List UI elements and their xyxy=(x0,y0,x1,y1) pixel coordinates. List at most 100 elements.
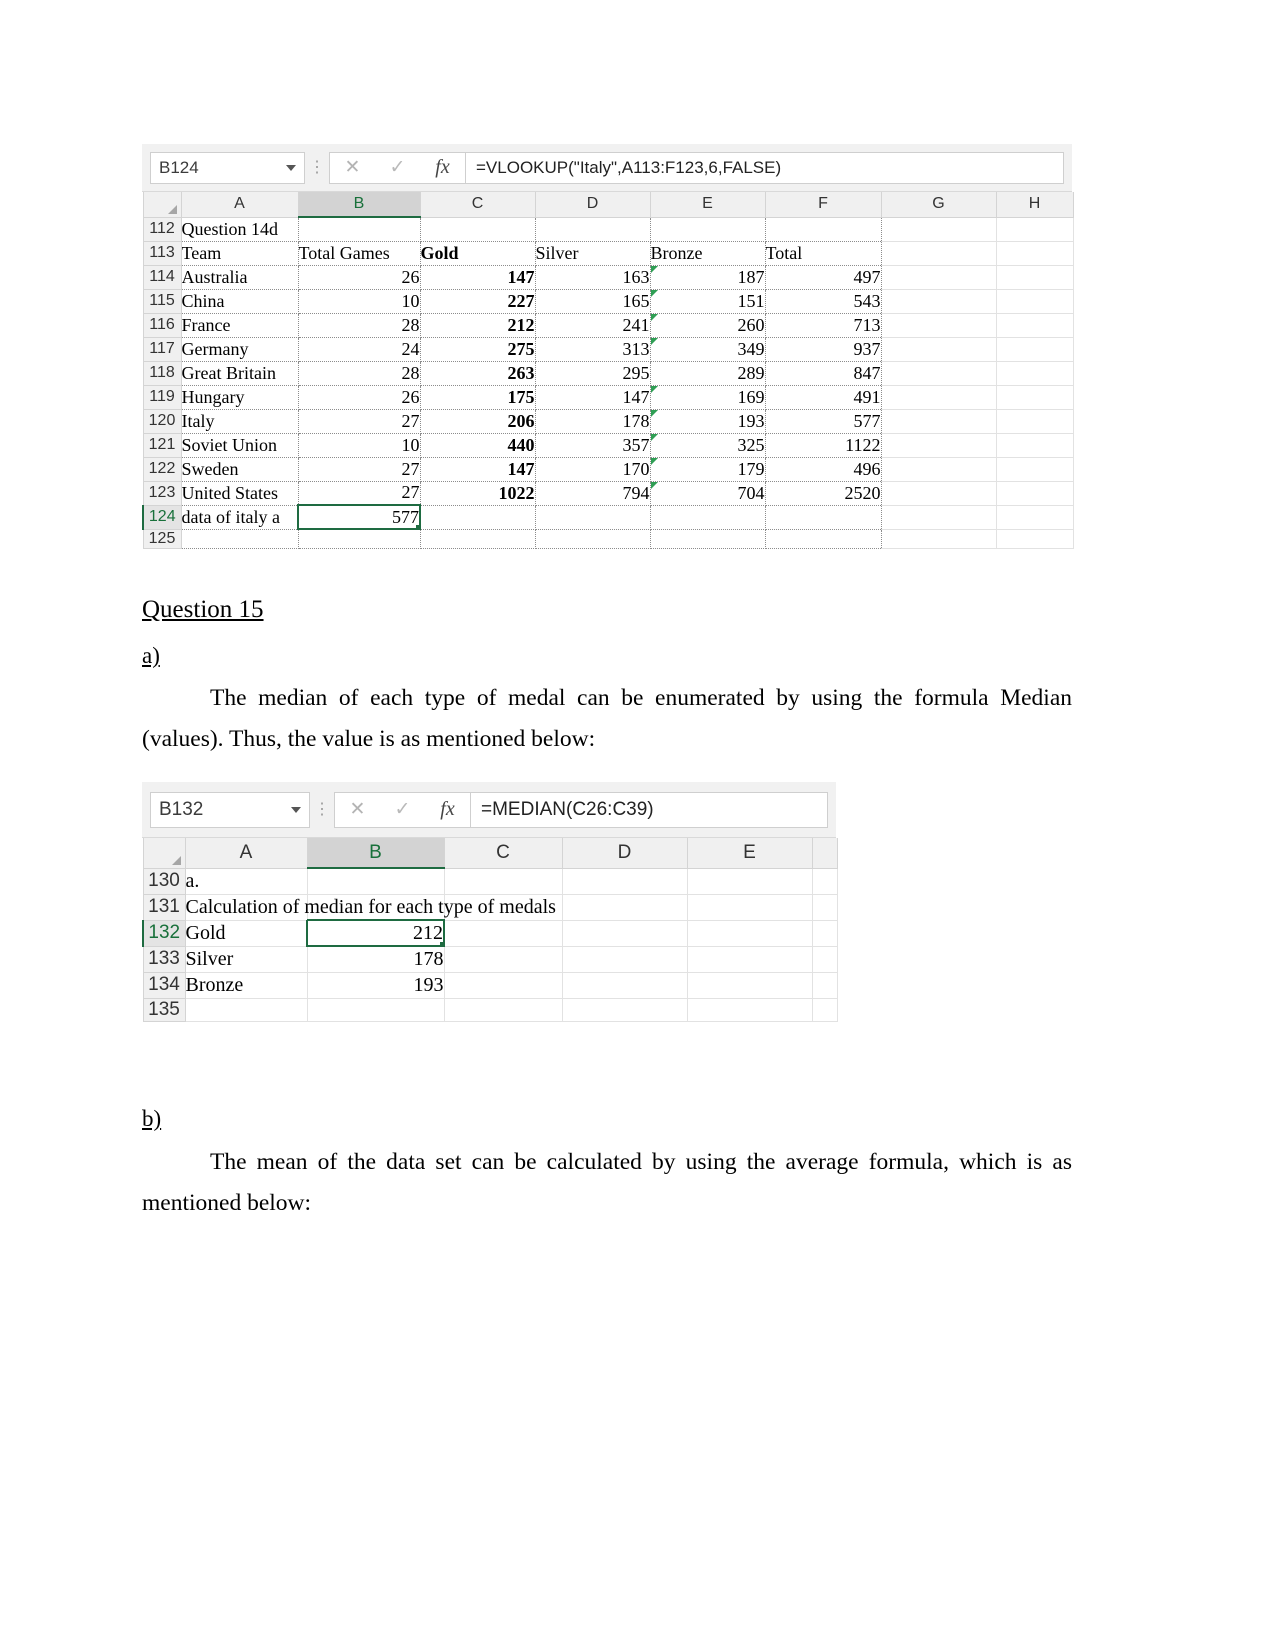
row-header-120[interactable]: 120 xyxy=(142,408,182,434)
row-header-115[interactable]: 115 xyxy=(142,288,182,314)
cell-c118[interactable]: 263 xyxy=(420,361,536,386)
cell-overflow-131[interactable] xyxy=(812,894,838,921)
row-header-112[interactable]: 112 xyxy=(142,216,182,242)
cell-d112[interactable] xyxy=(535,217,651,242)
insert-function-icon[interactable]: fx xyxy=(425,793,470,827)
cell-e124[interactable] xyxy=(650,505,766,530)
cell-a130[interactable]: a. xyxy=(185,868,308,895)
cell-b132-selected[interactable]: 212 xyxy=(306,919,445,947)
cell-e112[interactable] xyxy=(650,217,766,242)
cell-a117[interactable]: Germany xyxy=(181,337,299,362)
cell-a114[interactable]: Australia xyxy=(181,265,299,290)
cell-b116[interactable]: 28 xyxy=(298,313,421,338)
cell-b123[interactable]: 27 xyxy=(298,481,421,506)
cancel-icon[interactable]: ✕ xyxy=(335,793,380,827)
cell-e115[interactable]: 151 xyxy=(650,289,766,314)
cell-b121[interactable]: 10 xyxy=(298,433,421,458)
cell-g115[interactable] xyxy=(881,289,997,314)
cell-f113[interactable]: Total xyxy=(765,241,882,266)
more-options-icon[interactable]: ⋮ xyxy=(310,801,334,818)
row-header-122[interactable]: 122 xyxy=(142,456,182,482)
cell-g113[interactable] xyxy=(881,241,997,266)
cell-d130[interactable] xyxy=(562,868,688,895)
cell-g124[interactable] xyxy=(881,505,997,530)
cell-a123[interactable]: United States xyxy=(181,481,299,506)
cell-c124[interactable] xyxy=(420,505,536,530)
cell-e119[interactable]: 169 xyxy=(650,385,766,410)
cell-c121[interactable]: 440 xyxy=(420,433,536,458)
cell-b112[interactable] xyxy=(298,217,421,242)
select-all-corner[interactable] xyxy=(142,192,182,218)
cell-h118[interactable] xyxy=(996,361,1074,386)
cell-g112[interactable] xyxy=(881,217,997,242)
cell-b125[interactable] xyxy=(298,529,421,549)
cell-h116[interactable] xyxy=(996,313,1074,338)
chevron-down-icon[interactable] xyxy=(286,164,296,171)
cell-overflow-135[interactable] xyxy=(812,998,838,1022)
cell-e116[interactable]: 260 xyxy=(650,313,766,338)
column-header-d[interactable]: D xyxy=(561,838,688,869)
cell-d116[interactable]: 241 xyxy=(535,313,651,338)
cell-h120[interactable] xyxy=(996,409,1074,434)
cell-e131[interactable] xyxy=(687,894,813,921)
column-header-a[interactable]: A xyxy=(184,838,308,869)
cell-d120[interactable]: 178 xyxy=(535,409,651,434)
cell-h122[interactable] xyxy=(996,457,1074,482)
row-header-118[interactable]: 118 xyxy=(142,360,182,386)
cell-f118[interactable]: 847 xyxy=(765,361,882,386)
cell-c117[interactable]: 275 xyxy=(420,337,536,362)
cell-g125[interactable] xyxy=(881,529,997,549)
more-options-icon[interactable]: ⋮ xyxy=(305,159,329,176)
cell-a116[interactable]: France xyxy=(181,313,299,338)
cell-c135[interactable] xyxy=(444,998,563,1022)
cell-e123[interactable]: 704 xyxy=(650,481,766,506)
cell-d113[interactable]: Silver xyxy=(535,241,651,266)
cell-f112[interactable] xyxy=(765,217,882,242)
column-header-h[interactable]: H xyxy=(995,192,1074,218)
cell-g120[interactable] xyxy=(881,409,997,434)
cell-b134[interactable]: 193 xyxy=(307,972,445,999)
cell-c130[interactable] xyxy=(444,868,563,895)
cell-h113[interactable] xyxy=(996,241,1074,266)
cell-d123[interactable]: 794 xyxy=(535,481,651,506)
cell-a125[interactable] xyxy=(181,529,299,549)
row-header-135[interactable]: 135 xyxy=(142,997,186,1022)
cell-h121[interactable] xyxy=(996,433,1074,458)
cell-e125[interactable] xyxy=(650,529,766,549)
cell-c112[interactable] xyxy=(420,217,536,242)
cell-b122[interactable]: 27 xyxy=(298,457,421,482)
column-header-c[interactable]: C xyxy=(443,838,563,869)
cell-c116[interactable]: 212 xyxy=(420,313,536,338)
cell-h117[interactable] xyxy=(996,337,1074,362)
cell-e120[interactable]: 193 xyxy=(650,409,766,434)
cell-d115[interactable]: 165 xyxy=(535,289,651,314)
cell-b133[interactable]: 178 xyxy=(307,946,445,973)
cell-c115[interactable]: 227 xyxy=(420,289,536,314)
column-header-overflow[interactable] xyxy=(811,838,838,869)
column-header-c[interactable]: C xyxy=(419,192,536,218)
row-header-131[interactable]: 131 xyxy=(142,893,186,921)
row-header-132[interactable]: 132 xyxy=(142,919,186,947)
cell-d121[interactable]: 357 xyxy=(535,433,651,458)
cell-h112[interactable] xyxy=(996,217,1074,242)
name-box-1[interactable]: B124 xyxy=(150,151,305,184)
cell-b130[interactable] xyxy=(307,868,445,895)
row-header-130[interactable]: 130 xyxy=(142,867,186,895)
row-header-124[interactable]: 124 xyxy=(142,504,182,530)
row-header-117[interactable]: 117 xyxy=(142,336,182,362)
cell-a120[interactable]: Italy xyxy=(181,409,299,434)
cell-d117[interactable]: 313 xyxy=(535,337,651,362)
row-header-123[interactable]: 123 xyxy=(142,480,182,506)
cell-c133[interactable] xyxy=(444,946,563,973)
cell-g122[interactable] xyxy=(881,457,997,482)
row-header-119[interactable]: 119 xyxy=(142,384,182,410)
cell-g114[interactable] xyxy=(881,265,997,290)
select-all-corner[interactable] xyxy=(142,838,186,869)
cell-b135[interactable] xyxy=(307,998,445,1022)
cell-a113[interactable]: Team xyxy=(181,241,299,266)
cell-c122[interactable]: 147 xyxy=(420,457,536,482)
cell-c132[interactable] xyxy=(444,920,563,947)
cell-c119[interactable]: 175 xyxy=(420,385,536,410)
cell-h125[interactable] xyxy=(996,529,1074,549)
cell-g121[interactable] xyxy=(881,433,997,458)
